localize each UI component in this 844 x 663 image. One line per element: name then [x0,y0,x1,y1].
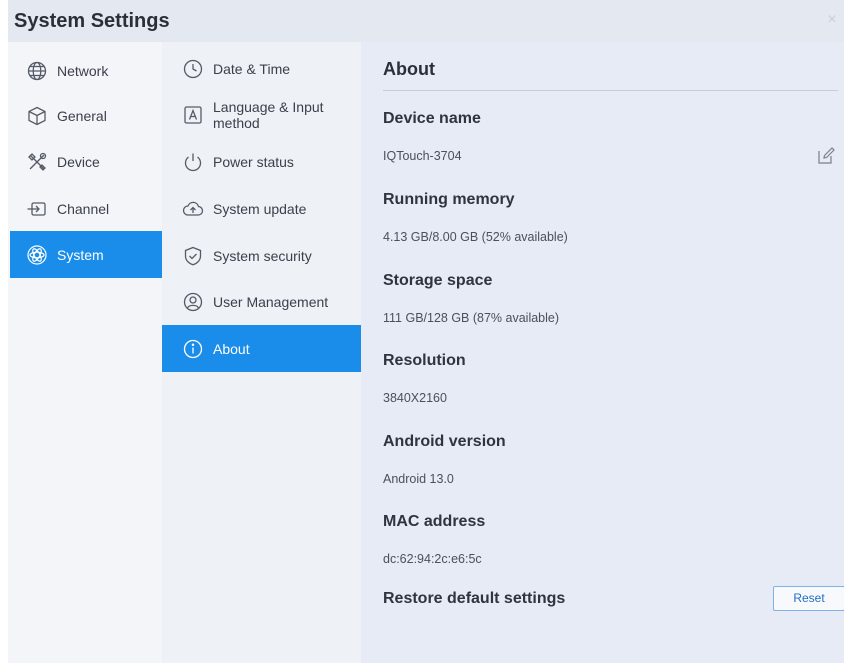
sidebar-item-network[interactable]: Network [10,47,162,94]
sidebar-item-language[interactable]: Language & Input method [162,91,361,138]
sidebar-item-label: User Management [213,293,329,310]
close-icon[interactable]: × [824,12,840,28]
android-version-value: Android 13.0 [383,472,454,486]
window-title: System Settings [14,10,170,32]
user-icon [183,292,203,311]
globe-icon [27,61,47,80]
sidebar-item-label: General [57,107,107,124]
sidebar-item-label: System update [213,200,307,217]
device-name-value: IQTouch-3704 [383,149,462,163]
memory-value: 4.13 GB/8.00 GB (52% available) [383,230,568,244]
sidebar-item-label: Network [57,62,109,79]
sidebar-item-label: Power status [213,153,294,170]
storage-value: 111 GB/128 GB (87% available) [383,311,560,325]
category-sidebar: Network General Device Channel System [8,42,162,663]
subcategory-sidebar: Date & Time Language & Input method Powe… [162,42,361,663]
sidebar-item-user-management[interactable]: User Management [162,278,361,325]
sidebar-item-label: Date & Time [213,60,291,77]
info-icon [183,339,203,358]
resolution-title: Resolution [383,352,466,369]
tools-icon [28,152,47,171]
title-bar: System Settings × [8,0,844,42]
memory-title: Running memory [383,191,515,208]
sidebar-item-power-status[interactable]: Power status [162,138,361,185]
storage-title: Storage space [383,272,493,289]
mac-address-title: MAC address [383,513,486,530]
sidebar-item-system-update[interactable]: System update [162,185,361,232]
sidebar-item-label: Channel [57,200,110,217]
sidebar-item-about[interactable]: About [162,325,361,372]
edit-icon[interactable] [816,146,836,166]
sidebar-item-label: Device [57,153,100,170]
sidebar-item-system-security[interactable]: System security [162,232,361,279]
sidebar-item-label: System security [213,247,312,264]
sidebar-item-device[interactable]: Device [10,138,162,185]
sidebar-item-label: Language & Input method [213,98,324,131]
cloud-upload-icon [182,201,204,216]
sidebar-item-channel[interactable]: Channel [10,185,162,232]
page-title: About [383,59,435,79]
device-name-title: Device name [383,110,481,127]
sidebar-item-label: System [57,246,104,263]
atom-icon [27,244,47,265]
mac-address-value: dc:62:94:2c:e6:5c [383,552,482,566]
sidebar-item-date-time[interactable]: Date & Time [162,45,361,92]
resolution-value: 3840X2160 [383,391,447,405]
android-version-title: Android version [383,433,506,450]
clock-icon [183,59,203,78]
restore-defaults-title: Restore default settings [383,590,566,607]
input-icon [27,201,46,216]
divider [383,90,838,91]
sidebar-item-general[interactable]: General [10,92,162,139]
sidebar-item-system[interactable]: System [10,231,162,278]
settings-window: System Settings × Network General Device [0,0,844,663]
shield-icon [184,246,202,265]
keyboard-icon [184,105,202,124]
cube-icon [28,106,46,125]
sidebar-item-label: About [213,340,250,357]
reset-button[interactable]: Reset [773,586,844,611]
about-panel: About Device name IQTouch-3704 Running m… [361,42,844,663]
power-icon [184,153,202,171]
